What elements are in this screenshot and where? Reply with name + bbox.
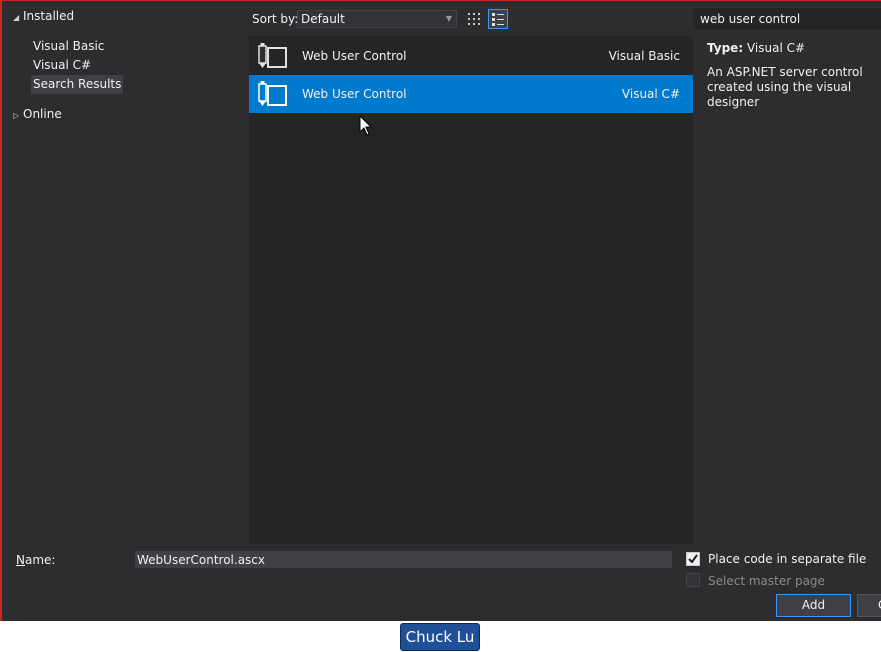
tree-item-online[interactable]: ▷ Online bbox=[13, 105, 62, 124]
web-user-control-icon bbox=[258, 43, 287, 68]
expanded-arrow-icon: ◢ bbox=[13, 13, 20, 22]
sort-by-label: Sort by: bbox=[252, 12, 299, 26]
template-name: Web User Control bbox=[302, 87, 407, 101]
tree-item-label: Visual Basic bbox=[33, 39, 105, 53]
tree-item-label: Online bbox=[23, 107, 62, 121]
list-view-icon bbox=[492, 13, 504, 26]
template-description-panel: Type: Visual C# An ASP.NET server contro… bbox=[707, 41, 881, 110]
name-input[interactable] bbox=[135, 551, 672, 568]
collapsed-arrow-icon: ▷ bbox=[13, 111, 20, 120]
template-type: Type: Visual C# bbox=[707, 41, 881, 56]
place-code-checkbox[interactable] bbox=[686, 552, 700, 566]
select-master-page-label[interactable]: Select master page bbox=[708, 573, 825, 589]
add-button[interactable]: Add bbox=[776, 594, 851, 617]
sort-by-dropdown[interactable]: Default ▼ bbox=[297, 10, 457, 28]
checkmark-icon bbox=[688, 554, 698, 564]
place-code-label[interactable]: Place code in separate file bbox=[708, 551, 866, 567]
type-value: Visual C# bbox=[746, 41, 806, 55]
medium-icons-view-button[interactable] bbox=[488, 9, 508, 29]
tree-item-search-results[interactable]: Search Results bbox=[31, 75, 124, 94]
tree-item-label: Installed bbox=[23, 9, 75, 23]
tree-item-label: Search Results bbox=[33, 77, 122, 91]
chevron-down-icon: ▼ bbox=[445, 14, 452, 23]
type-label: Type: bbox=[707, 41, 744, 55]
select-master-page-checkbox[interactable] bbox=[686, 573, 700, 587]
add-new-item-dialog: ◢ Installed Visual Basic Visual C# Search… bbox=[0, 0, 881, 621]
template-language: Visual Basic bbox=[608, 49, 680, 63]
template-row-web-user-control-cs[interactable]: Web User Control Visual C# bbox=[249, 75, 693, 113]
template-description-text: An ASP.NET server control created using … bbox=[707, 65, 863, 109]
tree-item-visual-basic[interactable]: Visual Basic bbox=[33, 37, 104, 56]
template-tree: ◢ Installed Visual Basic Visual C# Search… bbox=[2, 1, 248, 546]
tree-item-label: Visual C# bbox=[33, 58, 92, 72]
sort-by-value: Default bbox=[301, 12, 345, 26]
name-label: Name: bbox=[16, 553, 56, 567]
tree-item-visual-csharp[interactable]: Visual C# bbox=[33, 56, 91, 75]
template-row-web-user-control-vb[interactable]: Web User Control Visual Basic bbox=[249, 37, 693, 75]
grid-view-icon bbox=[468, 13, 480, 25]
name-label-rest: ame: bbox=[24, 553, 56, 567]
web-user-control-icon bbox=[258, 81, 287, 106]
search-installed-templates-input[interactable] bbox=[694, 8, 881, 30]
template-name: Web User Control bbox=[302, 49, 407, 63]
template-list: Web User Control Visual Basic Web User C… bbox=[249, 36, 693, 544]
mouse-cursor-icon bbox=[359, 115, 373, 136]
watermark-badge: Chuck Lu bbox=[400, 623, 480, 651]
cancel-button[interactable]: C bbox=[857, 594, 881, 617]
template-language: Visual C# bbox=[621, 87, 680, 101]
small-icons-view-button[interactable] bbox=[464, 9, 484, 29]
tree-item-installed[interactable]: ◢ Installed bbox=[13, 7, 74, 26]
